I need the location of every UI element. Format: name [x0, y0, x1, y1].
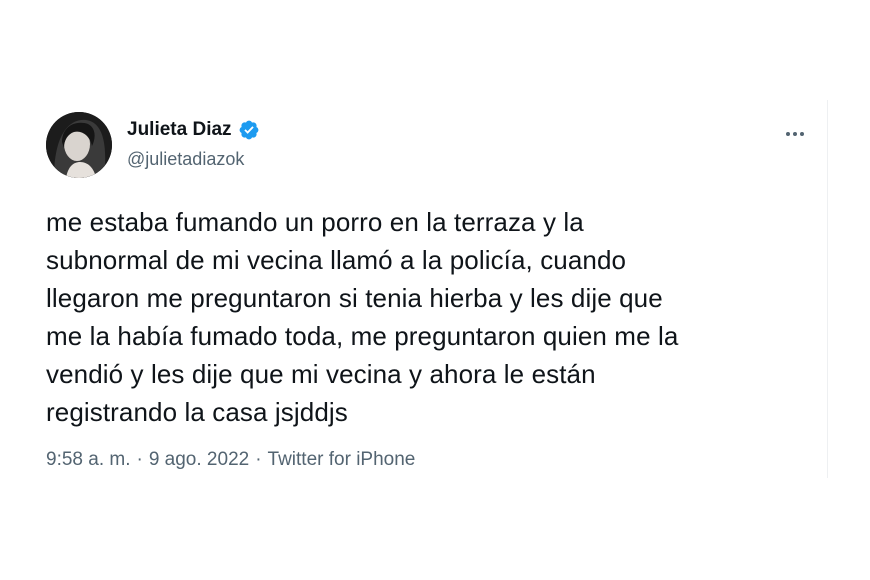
- separator-dot: ·: [255, 449, 262, 470]
- tweet-source[interactable]: Twitter for iPhone: [268, 448, 416, 472]
- tweet-metadata: 9:58 a. m. · 9 ago. 2022 · Twitter for i…: [46, 448, 415, 472]
- tweet-text: me estaba fumando un porro en la terraza…: [46, 207, 679, 427]
- tweet-card: Julieta Diaz @julietadiazok me estaba fu…: [28, 100, 828, 478]
- ellipsis-icon-dot-2: [793, 132, 797, 136]
- tweet-time[interactable]: 9:58 a. m.: [46, 448, 131, 472]
- more-options-button[interactable]: [780, 124, 810, 144]
- author-handle[interactable]: @julietadiazok: [127, 147, 244, 171]
- ellipsis-icon-dot-3: [800, 132, 804, 136]
- ellipsis-icon-dot-1: [786, 132, 790, 136]
- separator-dot: ·: [136, 449, 143, 470]
- avatar-photo: [46, 112, 112, 178]
- author-name-row: Julieta Diaz: [127, 118, 260, 142]
- verified-badge-icon: [239, 120, 258, 140]
- avatar[interactable]: [46, 112, 112, 178]
- display-name[interactable]: Julieta Diaz: [127, 118, 232, 142]
- tweet-date[interactable]: 9 ago. 2022: [149, 448, 249, 472]
